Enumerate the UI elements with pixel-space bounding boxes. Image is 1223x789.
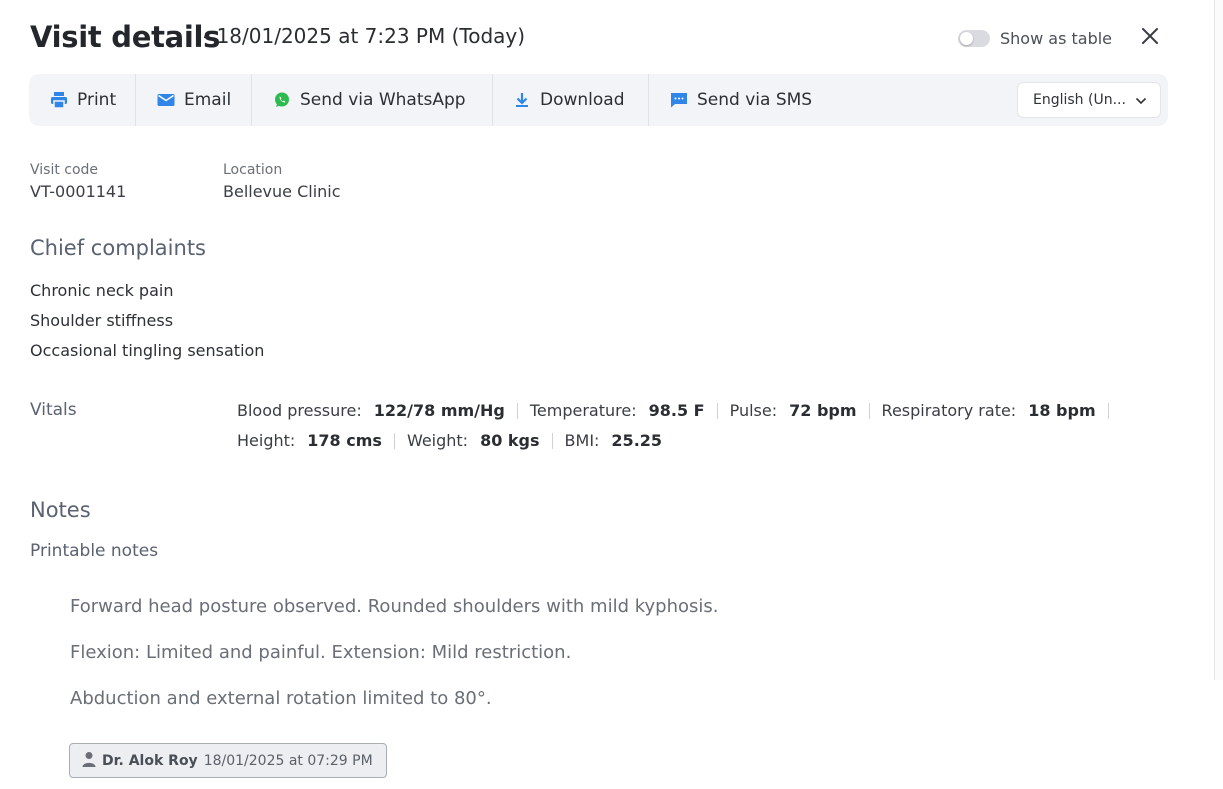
vitals-divider (393, 432, 395, 449)
toolbar-divider (492, 74, 493, 126)
weight-value: 80 kgs (480, 431, 540, 450)
close-icon[interactable] (1138, 24, 1162, 48)
download-label: Download (540, 90, 625, 110)
weight-label: Weight: (406, 431, 469, 450)
language-select[interactable]: English (Un... (1017, 82, 1161, 118)
vitals-row: Height: 178 cms Weight: 80 kgs BMI: 25.2… (237, 431, 662, 450)
sms-label: Send via SMS (697, 90, 813, 110)
toolbar-divider (648, 74, 649, 126)
bmi-value: 25.25 (611, 431, 663, 450)
location-value: Bellevue Clinic (223, 182, 341, 201)
visit-datetime: - 18/01/2025 at 7:23 PM (Today) (203, 24, 526, 48)
bp-value: 122/78 mm/Hg (373, 401, 505, 420)
note-line: Abduction and external rotation limited … (70, 688, 492, 709)
note-line: Forward head posture observed. Rounded s… (70, 596, 719, 617)
download-icon (512, 90, 532, 110)
author-name: Dr. Alok Roy (102, 752, 198, 769)
vitals-divider (516, 402, 518, 419)
visit-code-label: Visit code (30, 162, 99, 178)
download-button[interactable]: Download (512, 74, 625, 126)
toggle-label: Show as table (1000, 28, 1113, 48)
vitals-row: Blood pressure: 122/78 mm/Hg Temperature… (237, 401, 1121, 420)
vitals-divider (716, 402, 718, 419)
note-line: Flexion: Limited and painful. Extension:… (70, 642, 572, 663)
show-as-table-toggle[interactable]: Show as table (958, 26, 1112, 50)
height-label: Height: (237, 431, 296, 450)
whatsapp-icon (272, 90, 292, 110)
respiratory-rate-label: Respiratory rate: (881, 401, 1017, 420)
send-sms-button[interactable]: Send via SMS (669, 74, 812, 126)
toggle-switch[interactable] (958, 29, 990, 47)
mail-icon (156, 90, 176, 110)
toolbar-divider (251, 74, 252, 126)
visit-details-panel: Visit details - 18/01/2025 at 7:23 PM (T… (0, 0, 1214, 789)
scrollbar-track[interactable] (1214, 0, 1223, 680)
temperature-value: 98.5 F (648, 401, 705, 420)
toggle-knob (960, 31, 973, 45)
complaint-item: Occasional tingling sensation (30, 341, 265, 360)
bp-label: Blood pressure: (237, 401, 362, 420)
respiratory-rate-value: 18 bpm (1028, 401, 1096, 420)
toolbar-divider (135, 74, 136, 126)
user-icon (82, 751, 96, 771)
email-label: Email (184, 90, 232, 110)
notes-title: Notes (30, 498, 91, 522)
vitals-divider (551, 432, 553, 449)
chevron-down-icon (1134, 94, 1148, 112)
note-author-chip: Dr. Alok Roy 18/01/2025 at 07:29 PM (69, 743, 387, 778)
author-timestamp: 18/01/2025 at 07:29 PM (203, 752, 373, 769)
visit-code-value: VT-0001141 (30, 182, 127, 201)
whatsapp-label: Send via WhatsApp (300, 90, 466, 110)
location-label: Location (223, 162, 283, 178)
header: Visit details - 18/01/2025 at 7:23 PM (T… (30, 18, 1170, 58)
complaint-item: Chronic neck pain (30, 281, 174, 300)
height-value: 178 cms (307, 431, 382, 450)
page-title: Visit details (30, 20, 221, 54)
complaint-item: Shoulder stiffness (30, 311, 174, 330)
chief-complaints-title: Chief complaints (30, 236, 206, 260)
bmi-label: BMI: (564, 431, 600, 450)
share-toolbar: Print Email Send via WhatsApp Download S… (29, 74, 1168, 126)
temperature-label: Temperature: (529, 401, 637, 420)
sms-icon (669, 90, 689, 110)
print-label: Print (77, 90, 117, 110)
printable-notes-title: Printable notes (30, 541, 159, 561)
pulse-label: Pulse: (729, 401, 778, 420)
vitals-divider (1107, 402, 1109, 419)
vitals-divider (868, 402, 870, 419)
language-value: English (Un... (1033, 92, 1126, 108)
print-button[interactable]: Print (49, 74, 116, 126)
email-button[interactable]: Email (156, 74, 231, 126)
printer-icon (49, 90, 69, 110)
send-whatsapp-button[interactable]: Send via WhatsApp (272, 74, 466, 126)
vitals-title: Vitals (30, 400, 77, 420)
pulse-value: 72 bpm (789, 401, 857, 420)
